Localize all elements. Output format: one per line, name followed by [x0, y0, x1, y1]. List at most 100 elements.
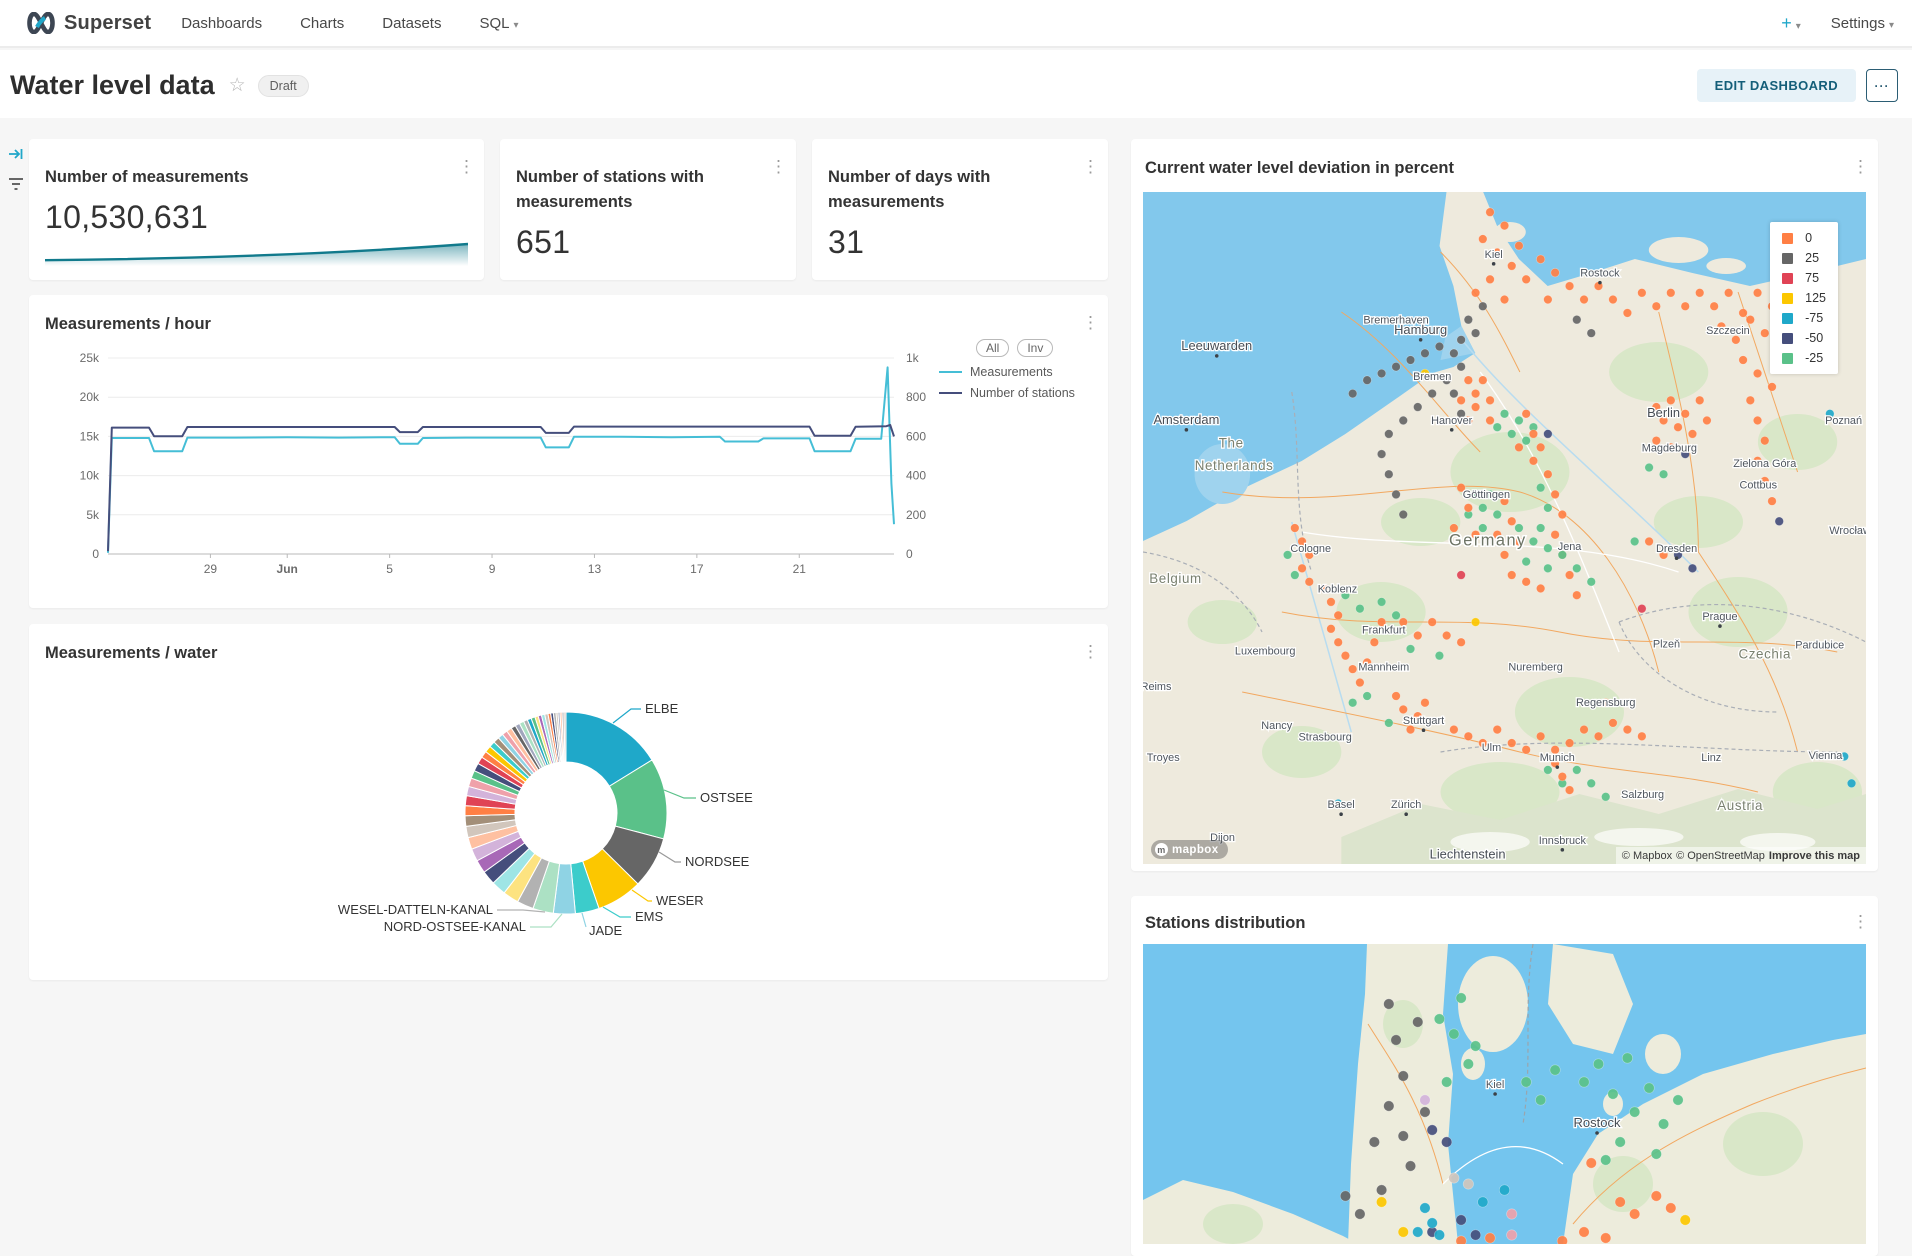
map-legend-item[interactable]: 25 — [1782, 251, 1826, 265]
map-legend-item[interactable]: 75 — [1782, 271, 1826, 285]
map-canvas: LeeuwardenAmsterdamTheNetherlandsBelgium… — [1143, 192, 1866, 864]
donut-chart[interactable]: ELBEOSTSEENORDSEEWESEREMSJADENORD-OSTSEE… — [29, 624, 1108, 980]
chevron-down-icon: ▾ — [513, 20, 518, 31]
svg-text:Basel: Basel — [1327, 799, 1354, 811]
svg-text:Dresden: Dresden — [1656, 543, 1697, 555]
chart-card-measurements-per-water: Measurements / water ⋮ ELBEOSTSEENORDSEE… — [29, 624, 1108, 980]
legend-swatch — [1782, 233, 1793, 244]
legend-swatch — [1782, 353, 1793, 364]
svg-text:EMS: EMS — [635, 909, 664, 924]
chevron-down-icon: ▾ — [1796, 21, 1801, 32]
svg-text:Belgium: Belgium — [1149, 571, 1202, 586]
map-legend-item[interactable]: -50 — [1782, 331, 1826, 345]
legend-select-all-button[interactable]: All — [976, 339, 1009, 357]
status-badge: Draft — [258, 75, 309, 97]
svg-text:Jena: Jena — [1558, 541, 1583, 553]
svg-text:Rostock: Rostock — [1580, 268, 1620, 280]
svg-text:Innsbruck: Innsbruck — [1539, 835, 1587, 847]
svg-text:ELBE: ELBE — [645, 701, 679, 716]
legend-label: -50 — [1805, 331, 1823, 345]
svg-text:Poznań: Poznań — [1825, 415, 1862, 427]
svg-text:Mannheim: Mannheim — [1358, 661, 1409, 673]
legend-item-number-of-stations[interactable]: Number of stations — [939, 386, 1075, 400]
svg-text:Troyes: Troyes — [1147, 752, 1180, 764]
map-legend-item[interactable]: -25 — [1782, 351, 1826, 365]
chart-title: Current water level deviation in percent — [1145, 159, 1454, 178]
legend-swatch — [1782, 293, 1793, 304]
superset-logo[interactable]: Superset — [26, 12, 151, 35]
kpi-card-days: Number of days with measurements ⋮ 31 — [812, 139, 1108, 280]
expand-filter-bar-icon[interactable] — [8, 146, 24, 167]
chevron-down-icon: ▾ — [1889, 20, 1894, 31]
svg-text:Liechtenstein: Liechtenstein — [1430, 847, 1506, 862]
series-swatch — [939, 371, 962, 373]
dashboard-header: Water level data ☆ Draft EDIT DASHBOARD … — [0, 50, 1912, 118]
kebab-menu-icon[interactable]: ⋮ — [1082, 317, 1098, 329]
improve-map-link[interactable]: Improve this map — [1769, 850, 1860, 862]
svg-text:Cottbus: Cottbus — [1739, 479, 1777, 491]
map-legend-item[interactable]: 125 — [1782, 291, 1826, 305]
svg-text:400: 400 — [906, 469, 926, 483]
kebab-menu-icon[interactable]: ⋮ — [1852, 161, 1868, 173]
stations-map[interactable]: KielRostock — [1143, 944, 1866, 1244]
svg-text:Berlin: Berlin — [1647, 405, 1680, 420]
legend-invert-button[interactable]: Inv — [1017, 339, 1053, 357]
edit-dashboard-button[interactable]: EDIT DASHBOARD — [1697, 69, 1856, 102]
nav-sql[interactable]: SQL▾ — [479, 15, 518, 32]
svg-text:Cologne: Cologne — [1290, 543, 1331, 555]
svg-text:0: 0 — [906, 547, 913, 561]
page-title: Water level data — [10, 70, 215, 101]
svg-text:Koblenz: Koblenz — [1318, 583, 1357, 595]
svg-text:Linz: Linz — [1701, 752, 1721, 764]
favorite-star-icon[interactable]: ☆ — [229, 74, 246, 97]
svg-text:Austria: Austria — [1717, 798, 1763, 813]
svg-text:Szczecin: Szczecin — [1706, 325, 1750, 337]
legend-label: 125 — [1805, 291, 1826, 305]
legend-item-measurements[interactable]: Measurements — [939, 365, 1053, 379]
svg-text:Regensburg: Regensburg — [1576, 697, 1635, 709]
svg-text:Bremerhaven: Bremerhaven — [1363, 315, 1428, 327]
svg-text:Germany: Germany — [1449, 531, 1527, 549]
dashboard-canvas: Number of measurements ⋮ 10,530,631 Numb… — [0, 118, 1912, 1081]
svg-text:Luxembourg: Luxembourg — [1235, 645, 1296, 657]
svg-text:15k: 15k — [80, 429, 100, 443]
chart-card-measurements-per-hour: Measurements / hour ⋮ All Inv Measuremen… — [29, 295, 1108, 608]
kebab-menu-icon[interactable]: ⋮ — [1082, 161, 1098, 173]
more-options-button[interactable]: ··· — [1866, 69, 1898, 102]
legend-label: 75 — [1805, 271, 1819, 285]
svg-text:5: 5 — [386, 562, 393, 576]
settings-menu[interactable]: Settings▾ — [1831, 15, 1894, 32]
kpi-title: Number of stations with measurements — [516, 165, 766, 215]
map-legend-item[interactable]: 0 — [1782, 231, 1826, 245]
svg-text:Amsterdam: Amsterdam — [1153, 412, 1219, 427]
svg-text:5k: 5k — [86, 508, 100, 522]
svg-text:17: 17 — [690, 562, 704, 576]
new-item-button[interactable]: +▾ — [1781, 13, 1801, 34]
svg-text:Vienna: Vienna — [1809, 750, 1844, 762]
kebab-menu-icon[interactable]: ⋮ — [770, 161, 786, 173]
deviation-map[interactable]: LeeuwardenAmsterdamTheNetherlandsBelgium… — [1143, 192, 1866, 864]
svg-text:13: 13 — [588, 562, 602, 576]
legend-swatch — [1782, 253, 1793, 264]
svg-text:Netherlands: Netherlands — [1195, 458, 1274, 473]
mapbox-logo: m mapbox — [1151, 840, 1228, 859]
svg-text:Stuttgart: Stuttgart — [1403, 715, 1444, 727]
svg-text:Zürich: Zürich — [1391, 799, 1421, 811]
legend-swatch — [1782, 273, 1793, 284]
nav-dashboards[interactable]: Dashboards — [181, 15, 262, 32]
map-legend-item[interactable]: -75 — [1782, 311, 1826, 325]
kebab-menu-icon[interactable]: ⋮ — [1852, 916, 1868, 928]
svg-text:Wrocław: Wrocław — [1829, 525, 1866, 537]
svg-text:Munich: Munich — [1540, 752, 1575, 764]
svg-text:Czechia: Czechia — [1739, 646, 1792, 661]
filter-icon[interactable] — [8, 176, 24, 197]
nav-charts[interactable]: Charts — [300, 15, 344, 32]
line-chart: 05k10k15k20k25k02004006008001k29Jun59131… — [29, 295, 1108, 608]
top-nav: Superset Dashboards Charts Datasets SQL▾… — [0, 0, 1912, 48]
nav-datasets[interactable]: Datasets — [382, 15, 441, 32]
svg-text:The: The — [1219, 435, 1244, 450]
svg-text:JADE: JADE — [589, 923, 623, 938]
kpi-card-measurements: Number of measurements ⋮ 10,530,631 — [29, 139, 484, 280]
svg-text:800: 800 — [906, 390, 926, 404]
kebab-menu-icon[interactable]: ⋮ — [458, 161, 474, 173]
